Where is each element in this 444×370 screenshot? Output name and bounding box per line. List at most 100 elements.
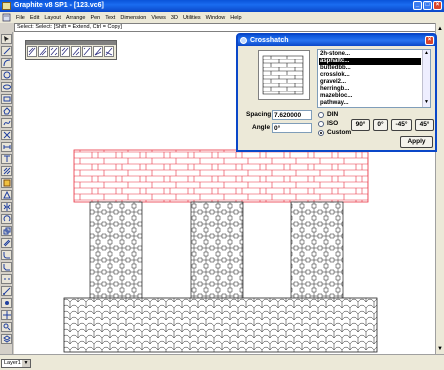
layer-value: Layer1 bbox=[4, 360, 21, 366]
menu-text[interactable]: Text bbox=[105, 15, 115, 21]
menu-dimension[interactable]: Dimension bbox=[120, 15, 146, 21]
angle-minus45-button[interactable]: -45° bbox=[391, 119, 412, 131]
status-bar: Layer1 ▼ bbox=[0, 354, 444, 370]
radio-custom[interactable]: Custom bbox=[318, 129, 351, 136]
maximize-button[interactable]: □ bbox=[423, 1, 432, 10]
radio-custom-label: Custom bbox=[327, 129, 352, 136]
list-item[interactable]: herringb... bbox=[319, 86, 421, 93]
list-scroll-down-icon[interactable]: ▼ bbox=[423, 99, 430, 106]
circle-tool-icon[interactable] bbox=[1, 70, 12, 80]
base-slab[interactable] bbox=[63, 297, 378, 353]
layers-tool-icon[interactable] bbox=[1, 334, 12, 344]
angle-45-button[interactable]: 45° bbox=[415, 119, 434, 131]
menu-help[interactable]: Help bbox=[230, 15, 241, 21]
zoom-tool-icon[interactable] bbox=[1, 322, 12, 332]
hatch-pattern-5-icon[interactable] bbox=[71, 46, 81, 57]
menu-edit[interactable]: Edit bbox=[30, 15, 39, 21]
dialog-title: Crosshatch bbox=[250, 37, 289, 44]
dialog-close-button[interactable]: × bbox=[425, 36, 434, 45]
radio-iso-label: ISO bbox=[327, 120, 339, 127]
ellipse-tool-icon[interactable] bbox=[1, 82, 12, 92]
menu-pen[interactable]: Pen bbox=[90, 15, 100, 21]
list-item[interactable]: crosslok... bbox=[319, 72, 421, 79]
chamfer-tool-icon[interactable] bbox=[1, 262, 12, 272]
radio-din[interactable]: DIN bbox=[318, 111, 338, 118]
fill-tool-icon[interactable] bbox=[1, 178, 12, 188]
apply-button[interactable]: Apply bbox=[400, 136, 433, 148]
dialog-app-icon bbox=[240, 37, 247, 44]
scroll-down-icon[interactable]: ▼ bbox=[436, 345, 444, 353]
menu-views[interactable]: Views bbox=[151, 15, 166, 21]
scroll-up-icon[interactable]: ▲ bbox=[436, 25, 444, 33]
chevron-down-icon[interactable]: ▼ bbox=[22, 360, 30, 367]
close-button[interactable]: × bbox=[433, 1, 442, 10]
angle-0-button[interactable]: 0° bbox=[373, 119, 388, 131]
menu-layout[interactable]: Layout bbox=[44, 15, 61, 21]
symbol-tool-icon[interactable] bbox=[1, 190, 12, 200]
rotate-tool-icon[interactable] bbox=[1, 214, 12, 224]
radio-din-label: DIN bbox=[327, 111, 339, 118]
list-item-selected[interactable]: asphaltc... bbox=[319, 58, 421, 65]
arc-tool-icon[interactable] bbox=[1, 58, 12, 68]
minimize-button[interactable]: _ bbox=[413, 1, 422, 10]
scale-tool-icon[interactable] bbox=[1, 226, 12, 236]
hatch-pattern-6-icon[interactable] bbox=[82, 46, 92, 57]
select-tool-icon[interactable] bbox=[1, 34, 12, 44]
menu-arrange[interactable]: Arrange bbox=[66, 15, 86, 21]
line-tool-icon[interactable] bbox=[1, 46, 12, 56]
hatch-pattern-8-icon[interactable] bbox=[104, 46, 114, 57]
angle-90-button[interactable]: 90° bbox=[351, 119, 370, 131]
snap-tool-icon[interactable] bbox=[1, 298, 12, 308]
pattern-list[interactable]: 2h-stone... asphaltc... buttedbb... cros… bbox=[317, 49, 431, 108]
radio-custom-dot[interactable] bbox=[318, 129, 324, 136]
layer-dropdown[interactable]: Layer1 ▼ bbox=[1, 359, 31, 368]
rectangle-tool-icon[interactable] bbox=[1, 94, 12, 104]
app-icon bbox=[2, 2, 11, 10]
list-item[interactable]: mazebloc... bbox=[319, 93, 421, 100]
offset-tool-icon[interactable] bbox=[1, 238, 12, 248]
menu-3d[interactable]: 3D bbox=[171, 15, 178, 21]
pan-tool-icon[interactable] bbox=[1, 310, 12, 320]
window-title: Graphite v8 SP1 - [123.vc6] bbox=[14, 2, 104, 9]
hatch-pattern-3-icon[interactable] bbox=[49, 46, 59, 57]
pattern-preview bbox=[258, 50, 310, 100]
spline-tool-icon[interactable] bbox=[1, 118, 12, 128]
menu-bar: File Edit Layout Arrange Pen Text Dimens… bbox=[0, 12, 444, 23]
measure-tool-icon[interactable] bbox=[1, 286, 12, 296]
list-item[interactable]: pathway... bbox=[319, 100, 421, 107]
radio-iso-dot[interactable] bbox=[318, 120, 324, 127]
radio-din-dot[interactable] bbox=[318, 111, 324, 118]
brick-slab[interactable] bbox=[73, 149, 369, 203]
dialog-titlebar[interactable]: Crosshatch × bbox=[238, 35, 435, 46]
list-scroll-up-icon[interactable]: ▲ bbox=[423, 50, 430, 57]
hatch-pattern-2-icon[interactable] bbox=[38, 46, 48, 57]
list-item[interactable]: gravel2... bbox=[319, 79, 421, 86]
list-item[interactable]: buttedbb... bbox=[319, 65, 421, 72]
hatch-pattern-7-icon[interactable] bbox=[93, 46, 103, 57]
mirror-tool-icon[interactable] bbox=[1, 202, 12, 212]
angle-field[interactable] bbox=[272, 123, 312, 133]
polygon-tool-icon[interactable] bbox=[1, 106, 12, 116]
spacing-field[interactable] bbox=[272, 110, 312, 120]
list-item[interactable]: 2h-stone... bbox=[319, 51, 421, 58]
pattern-list-scrollbar[interactable]: ▲ ▼ bbox=[422, 50, 430, 107]
hatch-pattern-4-icon[interactable] bbox=[60, 46, 70, 57]
trim-tool-icon[interactable] bbox=[1, 130, 12, 140]
prompt-line: Select: Select: [Shift = Extend, Ctrl = … bbox=[14, 23, 444, 32]
hatch-tool-icon[interactable] bbox=[1, 166, 12, 176]
text-tool-icon[interactable] bbox=[1, 154, 12, 164]
break-tool-icon[interactable] bbox=[1, 274, 12, 284]
menu-window[interactable]: Window bbox=[206, 15, 226, 21]
fillet-tool-icon[interactable] bbox=[1, 250, 12, 260]
hatch-pattern-1-icon[interactable] bbox=[27, 46, 37, 57]
title-bar: Graphite v8 SP1 - [123.vc6] _ □ × bbox=[0, 0, 444, 12]
spacing-label: Spacing bbox=[246, 111, 272, 118]
menu-utilities[interactable]: Utilities bbox=[183, 15, 201, 21]
crosshatch-dialog: Crosshatch × 2h-stone... asphaltc... but… bbox=[236, 33, 437, 152]
radio-iso[interactable]: ISO bbox=[318, 120, 338, 127]
dimension-tool-icon[interactable] bbox=[1, 142, 12, 152]
document-icon bbox=[2, 13, 11, 22]
angle-label: Angle bbox=[252, 124, 271, 131]
menu-file[interactable]: File bbox=[16, 15, 25, 21]
hatch-palette bbox=[25, 40, 117, 60]
